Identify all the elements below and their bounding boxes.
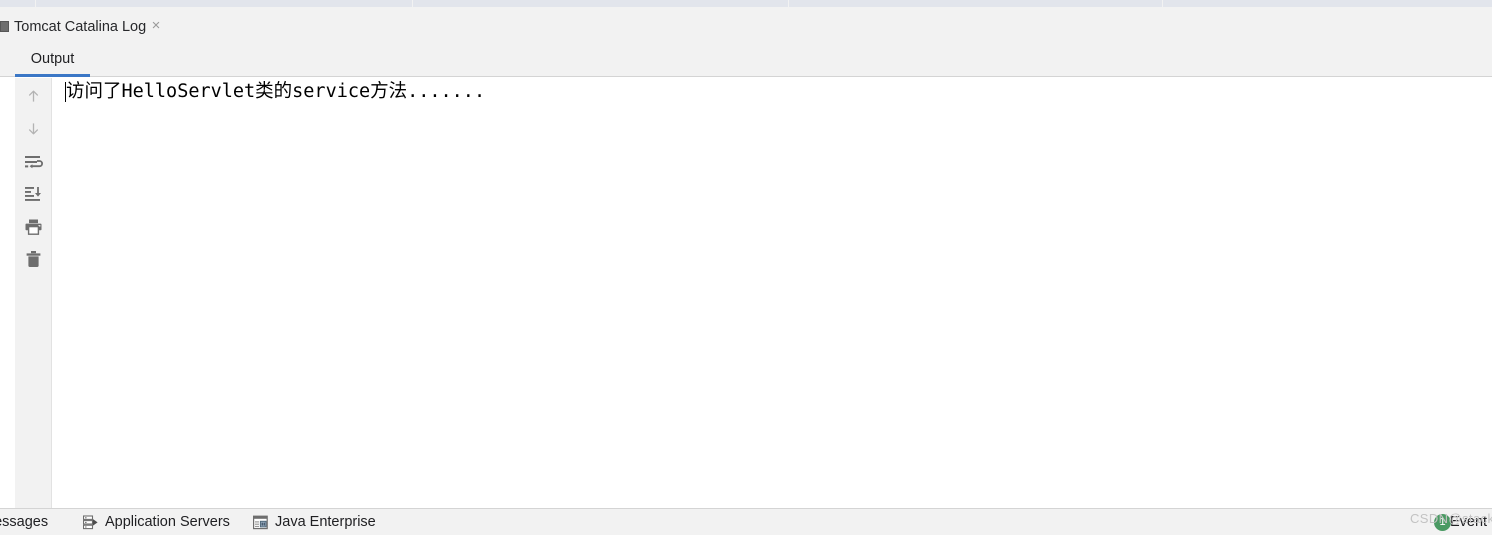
output-tab-bar: Output: [0, 41, 1492, 77]
tab-strip-divider: [788, 0, 789, 7]
status-item-messages-label: Messages: [0, 514, 49, 530]
console-toolbar: [15, 78, 52, 508]
status-item-application-servers-label: Application Servers: [105, 514, 230, 530]
tab-strip-divider: [35, 0, 36, 7]
status-bar: Messages Application Servers: [0, 508, 1492, 535]
tab-strip-divider: [1162, 0, 1163, 7]
up-arrow-icon[interactable]: [19, 82, 48, 111]
status-item-java-enterprise[interactable]: Java Enterprise: [253, 509, 376, 535]
java-enterprise-icon: [253, 515, 268, 530]
down-arrow-icon[interactable]: [19, 114, 48, 143]
close-icon[interactable]: ×: [148, 18, 164, 34]
console-log-line: 访问了HelloServlet类的service方法.......: [66, 81, 486, 102]
editor-tab-strip-remnant: [0, 0, 1492, 7]
status-item-messages[interactable]: Messages: [0, 509, 48, 535]
soft-wrap-icon[interactable]: [19, 148, 48, 177]
scroll-to-end-icon[interactable]: [19, 179, 48, 208]
tab-output-underline: [15, 74, 90, 77]
status-item-event-log[interactable]: Event: [1450, 509, 1487, 535]
tab-output[interactable]: Output: [15, 41, 90, 76]
trash-icon[interactable]: [19, 244, 48, 273]
event-log-badge[interactable]: 1: [1434, 514, 1451, 531]
status-item-java-enterprise-label: Java Enterprise: [275, 514, 376, 530]
print-icon[interactable]: [19, 212, 48, 241]
page-title: Tomcat Catalina Log: [14, 19, 147, 35]
tab-strip-divider: [412, 0, 413, 7]
run-configuration-header: Tomcat Catalina Log ×: [0, 13, 1492, 41]
status-item-application-servers[interactable]: Application Servers: [83, 509, 230, 535]
console-output-area[interactable]: 访问了HelloServlet类的service方法.......: [52, 78, 1492, 508]
application-servers-icon: [83, 514, 98, 530]
tomcat-server-icon: [0, 21, 9, 32]
